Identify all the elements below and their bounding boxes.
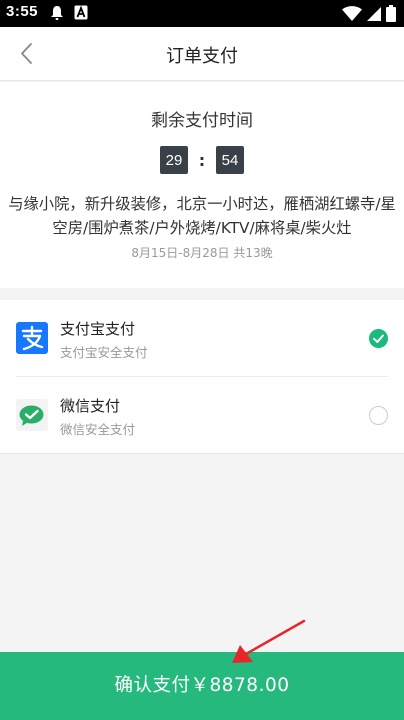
product-title-line-2: 空房/围炉煮茶/户外烧烤/KTV/麻将桌/柴火灶 xyxy=(52,219,352,237)
checkmark-icon xyxy=(373,334,384,343)
cellular-signal-icon xyxy=(367,6,381,21)
payment-option-alipay[interactable]: 支付宝支付 支付宝安全支付 xyxy=(0,300,404,377)
page-header: 订单支付 xyxy=(0,27,404,81)
stay-date-range: 8月15日-8月28日 共13晚 xyxy=(131,246,273,260)
alipay-description: 支付宝安全支付 xyxy=(60,345,148,360)
wifi-icon xyxy=(342,5,362,21)
payment-option-wechat[interactable]: 微信支付 微信安全支付 xyxy=(0,377,404,453)
order-info-section: 剩余支付时间 29 : 54 与缘小院，新升级装修，北京一小时达，雁栖湖红螺寺/… xyxy=(0,82,404,288)
battery-icon xyxy=(386,5,396,22)
countdown-timer: 29 : 54 xyxy=(0,146,404,174)
alipay-name: 支付宝支付 xyxy=(60,320,136,338)
status-bar: 3:55 xyxy=(0,0,404,27)
status-time: 3:55 xyxy=(6,3,39,20)
page-title: 订单支付 xyxy=(166,46,238,67)
payment-method-list: 支付宝支付 支付宝安全支付 微信支付 微信安全支付 xyxy=(0,300,404,454)
countdown-separator: : xyxy=(198,150,206,170)
countdown-minutes: 29 xyxy=(160,146,188,174)
countdown-label: 剩余支付时间 xyxy=(151,111,253,131)
countdown-seconds: 54 xyxy=(216,146,244,174)
app-notification-icon xyxy=(74,5,88,20)
confirm-payment-button[interactable]: 确认支付￥8878.00 xyxy=(0,652,404,720)
alipay-radio-selected[interactable] xyxy=(369,329,388,348)
wechat-radio-unselected[interactable] xyxy=(369,406,388,425)
wechat-name: 微信支付 xyxy=(60,397,121,415)
alipay-icon xyxy=(16,322,48,354)
wechat-icon xyxy=(16,399,48,431)
wechat-description: 微信安全支付 xyxy=(60,422,136,437)
product-title-line-1: 与缘小院，新升级装修，北京一小时达，雁栖湖红螺寺/星 xyxy=(8,195,396,213)
product-title: 与缘小院，新升级装修，北京一小时达，雁栖湖红螺寺/星 空房/围炉煮茶/户外烧烤/… xyxy=(2,192,402,240)
notification-bell-icon xyxy=(51,6,63,20)
